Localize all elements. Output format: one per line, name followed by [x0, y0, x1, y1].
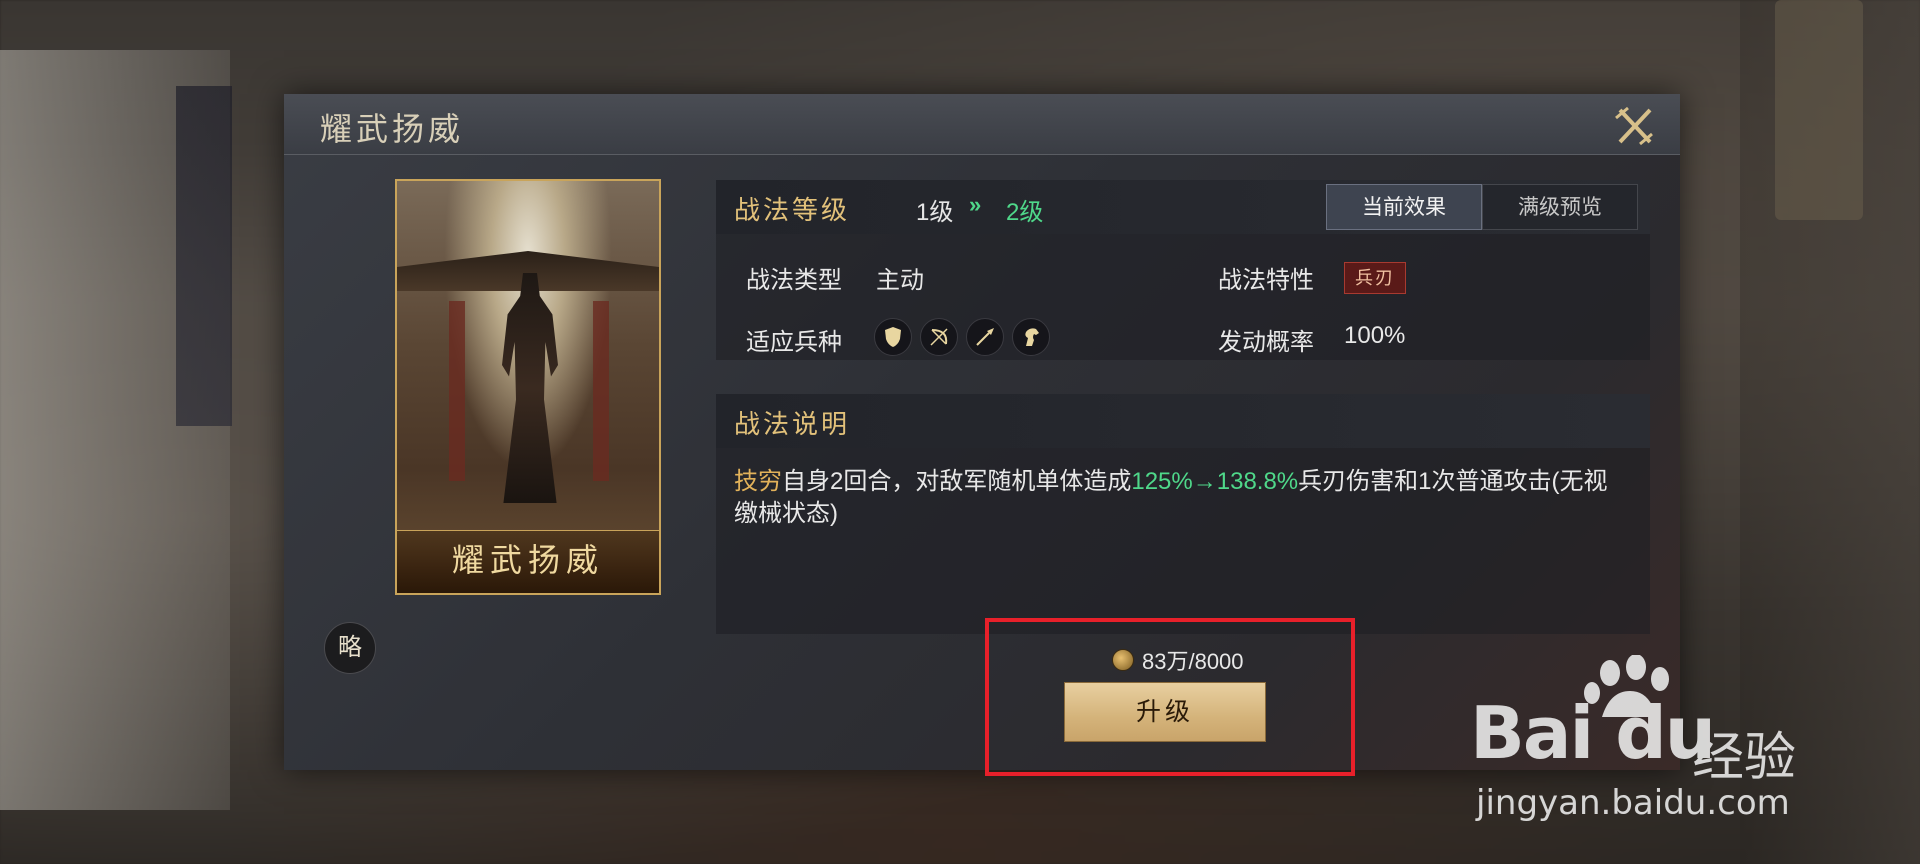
unit-type-label: 适应兵种: [746, 329, 842, 356]
annotation-highlight-box: [985, 618, 1355, 776]
next-level: 2级: [1006, 199, 1044, 226]
skill-type-label: 战法类型: [746, 267, 842, 294]
strategy-badge[interactable]: 略: [324, 622, 376, 674]
description-bar: 战法说明: [716, 394, 1650, 448]
skill-type-value: 主动: [876, 267, 924, 294]
description-damage-value: 125%→138.8%: [1131, 468, 1299, 495]
baidu-jingyan-watermark: Bai du 经验 jingyan.baidu.com: [1470, 655, 1830, 825]
spear-icon: [966, 318, 1004, 356]
level-panel: 战法等级 1级 » 2级 当前效果 满级预览 战法类型 主动 战法特性 兵刃 适…: [716, 180, 1650, 360]
current-level: 1级: [916, 199, 954, 226]
shield-icon: [874, 318, 912, 356]
dialog-header: 耀武扬威: [284, 94, 1680, 155]
close-x-icon: [1615, 106, 1653, 146]
level-bar: 战法等级 1级 » 2级 当前效果 满级预览: [716, 180, 1650, 234]
skill-trait-label: 战法特性: [1218, 267, 1314, 294]
activation-rate-label: 发动概率: [1218, 329, 1314, 356]
watermark-text: 经验: [1692, 728, 1797, 788]
tab-max-preview[interactable]: 满级预览: [1482, 184, 1638, 230]
card-art-gate-left: [449, 301, 465, 481]
level-arrow-icon: »: [969, 192, 981, 217]
watermark-url: jingyan.baidu.com: [1476, 783, 1790, 823]
description-keyword: 技穷: [734, 468, 782, 495]
level-label: 战法等级: [734, 196, 851, 226]
background-left-strip: [176, 86, 232, 426]
skill-card: 耀武扬威: [395, 179, 661, 595]
horse-icon: [1012, 318, 1050, 356]
watermark-logo: Bai du: [1470, 691, 1716, 775]
description-text: 技穷自身2回合，对敌军随机单体造成125%→138.8%兵刃伤害和1次普通攻击(…: [734, 466, 1624, 530]
bow-icon: [920, 318, 958, 356]
tab-current-effect[interactable]: 当前效果: [1326, 184, 1482, 230]
description-body-1: 自身2回合，对敌军随机单体造成: [782, 468, 1132, 495]
card-name-bar: 耀武扬威: [397, 530, 659, 593]
card-art-warrior: [502, 273, 558, 503]
background-right-box: [1775, 0, 1863, 220]
description-label: 战法说明: [734, 410, 851, 440]
description-panel: 战法说明 技穷自身2回合，对敌军随机单体造成125%→138.8%兵刃伤害和1次…: [716, 394, 1650, 634]
card-art-gate-right: [593, 301, 609, 481]
card-name: 耀武扬威: [451, 541, 604, 579]
activation-rate-value: 100%: [1344, 322, 1406, 349]
close-button[interactable]: [1612, 104, 1656, 148]
dialog-title: 耀武扬威: [320, 110, 465, 148]
skill-trait-badge: 兵刃: [1344, 262, 1406, 294]
